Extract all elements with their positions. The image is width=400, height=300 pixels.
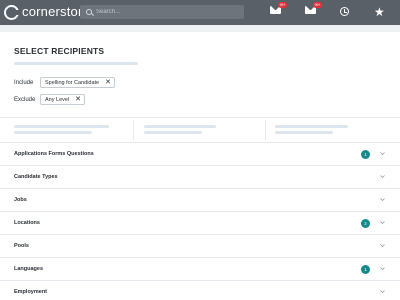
chevron-down-icon: [380, 290, 385, 293]
loading-placeholder: [14, 62, 138, 65]
include-chip-label: Spelling for Candidate: [45, 79, 100, 86]
section-locations[interactable]: Locations 2: [0, 212, 400, 235]
section-languages[interactable]: Languages 1: [0, 258, 400, 281]
section-label: Languages: [14, 266, 44, 272]
page-title: SELECT RECIPIENTS: [14, 46, 105, 56]
inbox-badge: 99+: [313, 2, 322, 8]
chevron-down-icon: [380, 152, 385, 155]
include-label: Include: [14, 79, 34, 86]
exclude-label: Exclude: [14, 96, 36, 103]
section-label: Pools: [14, 243, 29, 249]
chevron-down-icon: [380, 244, 385, 247]
include-chip: Spelling for Candidate ✕: [40, 77, 115, 88]
section-label: Jobs: [14, 197, 27, 203]
chevron-down-icon: [380, 221, 385, 224]
summary-placeholder: [275, 125, 348, 128]
top-bar: cornerstone 99+ 99+ ★: [0, 0, 400, 25]
section-employment[interactable]: Employment: [0, 281, 400, 300]
exclude-chip-label: Any Level: [45, 96, 70, 103]
messages-button[interactable]: 99+: [270, 2, 287, 14]
search-input[interactable]: [96, 9, 236, 15]
include-filter-row: Include Spelling for Candidate ✕: [14, 77, 115, 88]
history-button[interactable]: [340, 7, 349, 16]
divider: [133, 120, 134, 140]
section-count-badge: 2: [361, 218, 370, 228]
chevron-down-icon: [380, 198, 385, 201]
search-icon: [86, 9, 92, 15]
exclude-filter-row: Exclude Any Level ✕: [14, 94, 86, 105]
summary-placeholder: [14, 131, 92, 134]
history-icon: [340, 7, 349, 16]
divider: [265, 120, 266, 140]
section-candidate-types[interactable]: Candidate Types: [0, 166, 400, 189]
messages-badge: 99+: [278, 2, 287, 8]
section-label: Candidate Types: [14, 174, 58, 180]
star-icon: ★: [374, 5, 385, 19]
section-count-badge: 1: [361, 149, 370, 159]
divider: [0, 117, 400, 118]
section-count-badge: 1: [361, 264, 370, 274]
section-label: Applications Forms Questions: [14, 151, 94, 157]
search-box[interactable]: [80, 5, 244, 19]
summary-placeholder: [14, 125, 109, 128]
chevron-down-icon: [380, 267, 385, 270]
section-applications-forms-questions[interactable]: Applications Forms Questions 1: [0, 143, 400, 166]
favorites-button[interactable]: ★: [374, 6, 385, 18]
select-recipients-panel: SELECT RECIPIENTS Include Spelling for C…: [0, 32, 400, 300]
summary-placeholder: [144, 125, 216, 128]
remove-include-chip-close-icon[interactable]: ✕: [105, 79, 111, 86]
inbox-button[interactable]: 99+: [305, 2, 322, 14]
section-pools[interactable]: Pools: [0, 235, 400, 258]
chevron-down-icon: [380, 175, 385, 178]
section-label: Employment: [14, 289, 48, 295]
section-jobs[interactable]: Jobs: [0, 189, 400, 212]
section-label: Locations: [14, 220, 40, 226]
exclude-chip: Any Level ✕: [40, 94, 86, 105]
remove-exclude-chip-close-icon[interactable]: ✕: [75, 96, 81, 103]
summary-placeholder: [144, 131, 202, 134]
summary-placeholder: [275, 131, 333, 134]
cornerstone-logo-icon: [4, 4, 20, 20]
